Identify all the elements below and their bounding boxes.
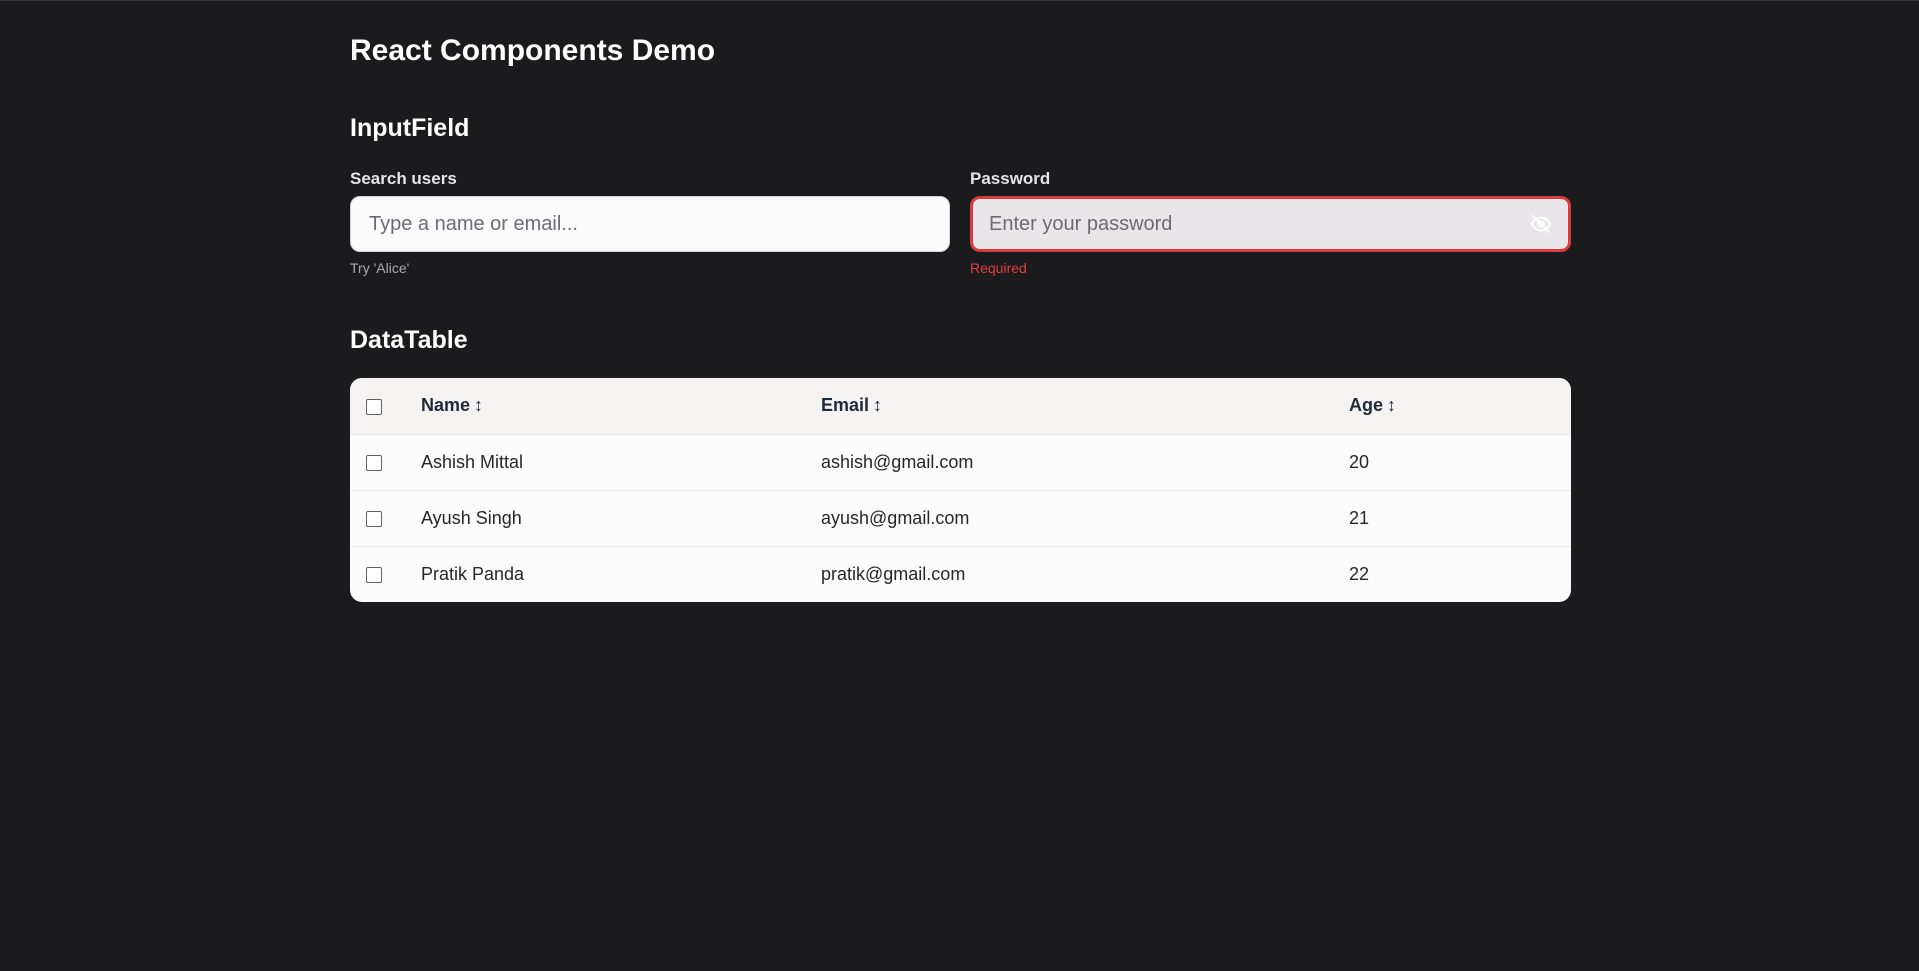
column-header-email[interactable]: Email ↕	[821, 378, 1349, 434]
table-row[interactable]: Ayush Singh ayush@gmail.com 21	[350, 490, 1571, 546]
table-row[interactable]: Pratik Panda pratik@gmail.com 22	[350, 546, 1571, 602]
column-label-age: Age	[1349, 395, 1384, 416]
page-title: React Components Demo	[350, 34, 716, 67]
password-label: Password	[970, 169, 1051, 188]
table-header-row: Name ↕ Email ↕ Age ↕	[350, 378, 1571, 434]
column-label-name: Name	[421, 395, 471, 416]
data-table: Name ↕ Email ↕ Age ↕ Ashish Mittal ashish@g…	[350, 378, 1571, 602]
search-helper-text: Try 'Alice'	[350, 260, 410, 276]
eye-off-icon[interactable]	[1530, 213, 1552, 235]
search-users-field: Search users Try 'Alice'	[350, 168, 950, 276]
cell-age: 20	[1349, 451, 1370, 472]
cell-email: ayush@gmail.com	[821, 507, 970, 528]
cell-age: 21	[1349, 507, 1370, 528]
cell-email: ashish@gmail.com	[821, 451, 974, 472]
search-users-label: Search users	[350, 169, 457, 188]
column-header-age[interactable]: Age ↕	[1349, 378, 1571, 434]
row-checkbox[interactable]	[366, 567, 382, 583]
cell-name: Ashish Mittal	[421, 451, 524, 472]
sort-icon[interactable]: ↕	[873, 395, 882, 415]
password-field: Password Required	[970, 168, 1571, 276]
row-checkbox[interactable]	[366, 510, 382, 527]
column-header-name[interactable]: Name ↕	[421, 378, 821, 434]
inputfield-section-heading: InputField	[350, 114, 470, 142]
cell-age: 22	[1349, 563, 1370, 584]
search-input-box[interactable]	[350, 196, 950, 252]
cell-name: Ayush Singh	[421, 507, 522, 528]
password-error-text: Required	[970, 260, 1027, 276]
password-input-box[interactable]	[970, 196, 1571, 252]
top-divider	[0, 0, 1919, 1]
cell-name: Pratik Panda	[421, 563, 525, 584]
select-all-cell	[350, 378, 421, 434]
row-select-cell	[350, 434, 421, 490]
column-label-email: Email	[821, 395, 870, 416]
datatable-section-heading: DataTable	[350, 326, 468, 354]
search-input[interactable]	[369, 197, 897, 251]
row-select-cell	[350, 490, 421, 546]
row-select-cell	[350, 546, 421, 602]
password-input[interactable]	[989, 199, 1514, 249]
row-checkbox[interactable]	[366, 454, 382, 471]
table-row[interactable]: Ashish Mittal ashish@gmail.com 20	[350, 434, 1571, 490]
sort-icon[interactable]: ↕	[474, 395, 483, 415]
sort-icon[interactable]: ↕	[1387, 395, 1396, 415]
select-all-checkbox[interactable]	[366, 398, 382, 415]
cell-email: pratik@gmail.com	[821, 563, 966, 584]
